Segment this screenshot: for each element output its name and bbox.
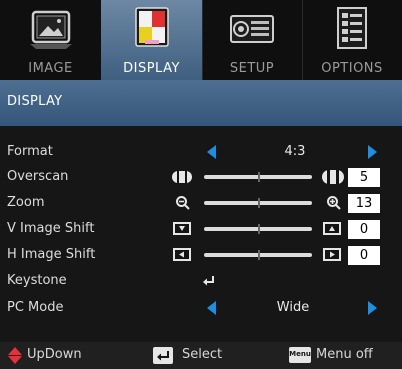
tab-bar: IMAGE DISPLAY SETUP OPTIONS xyxy=(0,0,402,80)
v-image-shift-slider[interactable] xyxy=(204,224,312,234)
enter-icon[interactable] xyxy=(202,275,216,287)
updown-icon xyxy=(8,347,22,364)
display-icon xyxy=(134,7,169,47)
section-title: DISPLAY xyxy=(7,94,63,109)
menu-key-text: Menu xyxy=(289,350,311,358)
footer-select-label: Select xyxy=(182,347,223,362)
arrow-left-icon[interactable] xyxy=(207,145,216,159)
zoom-label: Zoom xyxy=(7,195,45,210)
slider-knob[interactable] xyxy=(258,198,260,208)
settings-list: Format 4:3 Overscan 5 Zoom 13 V Image Sh… xyxy=(0,126,402,342)
overscan-increase-icon[interactable] xyxy=(321,169,345,185)
keystone-label: Keystone xyxy=(7,273,67,288)
row-keystone[interactable]: Keystone xyxy=(0,269,402,295)
menu-key-icon: Menu xyxy=(289,347,311,363)
shift-right-icon[interactable] xyxy=(322,247,342,262)
tab-label-display: DISPLAY xyxy=(123,61,180,76)
projector-icon xyxy=(230,15,274,43)
enter-key-icon xyxy=(153,347,173,364)
section-header: DISPLAY xyxy=(0,80,402,126)
shift-up-icon[interactable] xyxy=(322,221,342,236)
v-image-shift-value: 0 xyxy=(348,220,380,239)
row-v-image-shift[interactable]: V Image Shift 0 xyxy=(0,217,402,243)
footer-menu-off-label: Menu off xyxy=(316,347,373,362)
row-format[interactable]: Format 4:3 xyxy=(0,140,402,166)
format-value: 4:3 xyxy=(284,144,306,159)
overscan-slider[interactable] xyxy=(204,172,312,182)
slider-knob[interactable] xyxy=(258,250,260,260)
shift-down-icon[interactable] xyxy=(172,221,192,236)
pc-mode-value: Wide xyxy=(276,300,310,315)
options-icon xyxy=(337,7,367,49)
osd-menu: IMAGE DISPLAY SETUP OPTIONS DISPLAY Form… xyxy=(0,0,402,369)
zoom-slider[interactable] xyxy=(204,198,312,208)
row-h-image-shift[interactable]: H Image Shift 0 xyxy=(0,243,402,269)
overscan-label: Overscan xyxy=(7,169,69,184)
image-icon xyxy=(29,10,72,49)
row-zoom[interactable]: Zoom 13 xyxy=(0,191,402,217)
row-pc-mode[interactable]: PC Mode Wide xyxy=(0,296,402,322)
zoom-value: 13 xyxy=(348,194,380,213)
v-image-shift-label: V Image Shift xyxy=(7,221,95,236)
arrow-left-icon[interactable] xyxy=(207,301,216,315)
tab-image[interactable]: IMAGE xyxy=(0,0,102,80)
row-overscan[interactable]: Overscan 5 xyxy=(0,165,402,191)
shift-left-icon[interactable] xyxy=(172,247,192,262)
h-image-shift-value: 0 xyxy=(348,246,380,265)
overscan-decrease-icon[interactable] xyxy=(171,169,193,185)
tab-label-options: OPTIONS xyxy=(321,61,383,76)
tab-label-image: IMAGE xyxy=(28,61,73,76)
footer-bar: UpDown Select Menu Menu off xyxy=(0,342,402,369)
tab-label-setup: SETUP xyxy=(229,61,275,76)
h-image-shift-label: H Image Shift xyxy=(7,247,96,262)
arrow-right-icon[interactable] xyxy=(368,301,377,315)
tab-setup[interactable]: SETUP xyxy=(202,0,303,80)
pc-mode-label: PC Mode xyxy=(7,300,64,315)
h-image-shift-slider[interactable] xyxy=(204,250,312,260)
zoom-out-icon[interactable] xyxy=(175,195,191,211)
overscan-value: 5 xyxy=(348,168,380,187)
zoom-in-icon[interactable] xyxy=(326,195,342,211)
slider-knob[interactable] xyxy=(258,172,260,182)
format-label: Format xyxy=(7,144,53,159)
arrow-right-icon[interactable] xyxy=(368,145,377,159)
tab-options[interactable]: OPTIONS xyxy=(302,0,402,80)
slider-knob[interactable] xyxy=(258,224,260,234)
footer-updown-label: UpDown xyxy=(27,347,82,362)
tab-display[interactable]: DISPLAY xyxy=(101,0,203,80)
